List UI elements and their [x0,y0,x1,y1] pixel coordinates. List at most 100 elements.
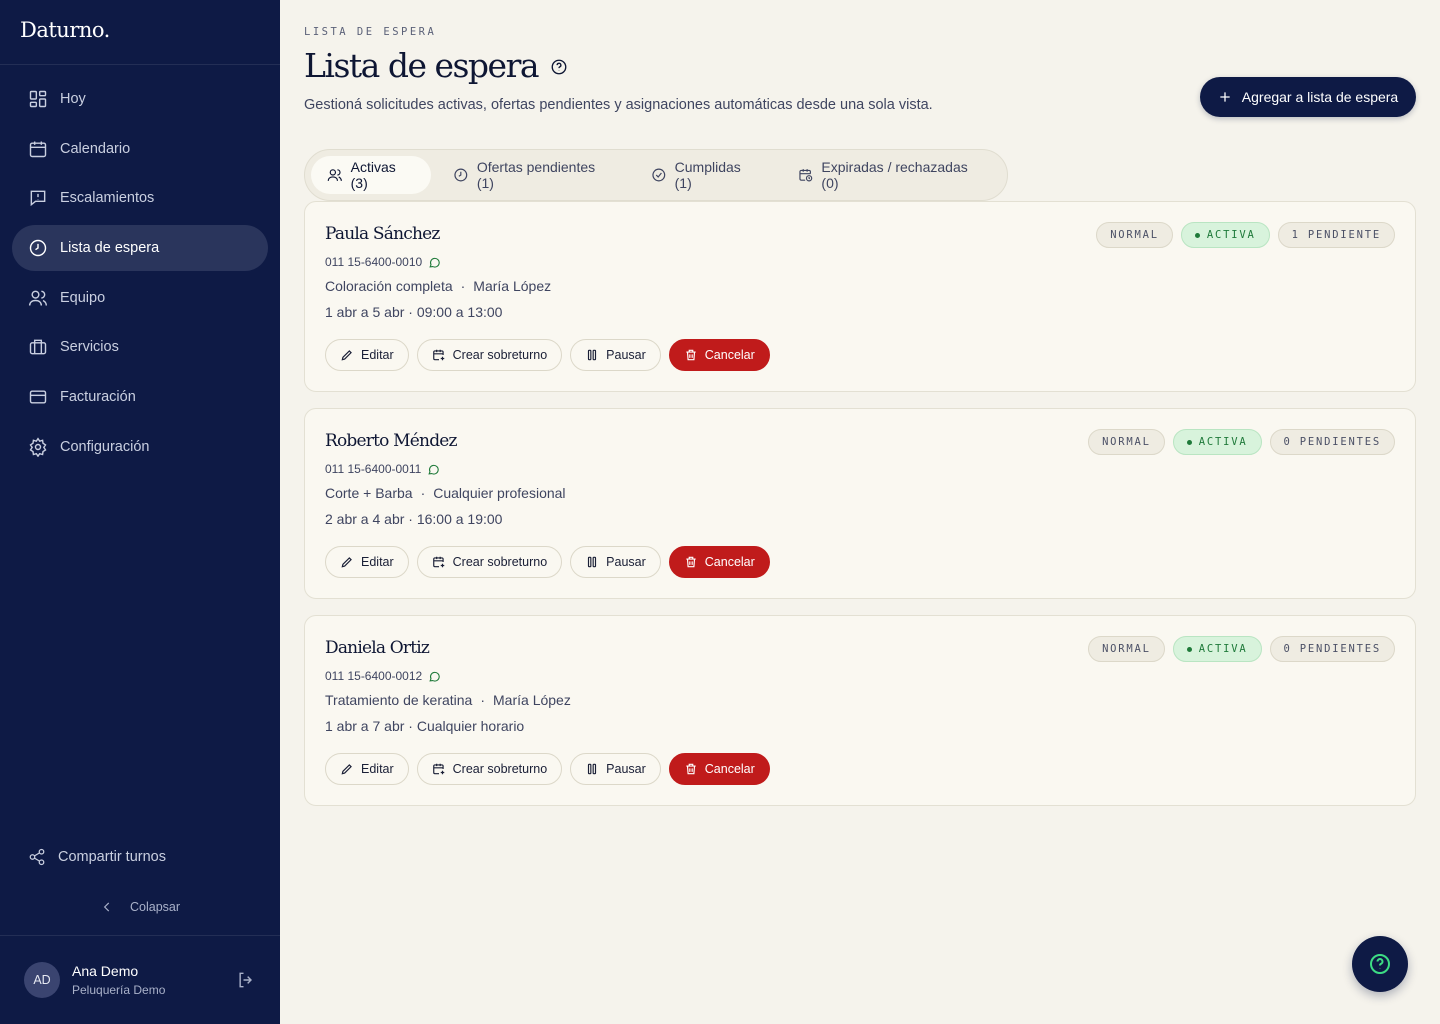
service-name: Coloración completa [325,278,453,294]
status-badge-label: ACTIVA [1198,643,1248,655]
tab-expiradas-rechazadas[interactable]: Expiradas / rechazadas (0) [782,156,1001,194]
sidebar-item-facturacion[interactable]: Facturación [12,374,268,420]
edit-button[interactable]: Editar [325,339,409,371]
collapse-button[interactable]: Colapsar [0,900,280,914]
date-range: 2 abr a 4 abr · 16:00 a 19:00 [325,511,503,527]
sidebar-item-escalamientos[interactable]: Escalamientos [12,175,268,221]
sidebar-item-label: Equipo [60,289,106,306]
user-name: Ana Demo [72,963,139,979]
waitlist-card: Daniela Ortiz 011 15-6400-0012 Tratamien… [304,615,1416,806]
app-logo[interactable]: Daturno. [20,18,110,42]
cancel-button[interactable]: Cancelar [668,339,770,371]
date-range: 1 abr a 5 abr · 09:00 a 13:00 [325,304,503,320]
create-overbooking-button[interactable]: Crear sobreturno [416,339,563,371]
pause-button[interactable]: Pausar [570,339,661,371]
calendar-plus-icon [432,556,444,568]
add-to-waitlist-button[interactable]: Agregar a lista de espera [1200,77,1416,117]
client-phone-row: 011 15-6400-0010 [325,255,441,269]
whatsapp-chat-icon[interactable] [428,256,441,269]
cancel-button[interactable]: Cancelar [668,546,770,578]
edit-button[interactable]: Editar [325,546,409,578]
cancel-button[interactable]: Cancelar [668,753,770,785]
overbook-label: Crear sobreturno [452,555,548,569]
sidebar-item-servicios[interactable]: Servicios [12,324,268,370]
tab-label: Expiradas / rechazadas (0) [821,159,968,191]
pause-label: Pausar [606,762,646,776]
edit-label: Editar [361,348,394,362]
date-range: 1 abr a 7 abr · Cualquier horario [325,718,525,734]
status-badge: ACTIVA [1180,222,1270,248]
client-name: Paula Sánchez [325,224,440,244]
separator-dot: · [420,485,426,501]
help-circle-icon[interactable] [550,58,568,76]
credit-card-icon [29,390,47,404]
waitlist-card: Paula Sánchez 011 15-6400-0010 Coloració… [304,201,1416,392]
pause-button[interactable]: Pausar [570,546,661,578]
sidebar-nav: Hoy Calendario Escalamientos Lista de es… [12,76,268,474]
overbook-label: Crear sobreturno [452,762,548,776]
sidebar-item-label: Calendario [60,140,131,157]
help-fab[interactable] [1352,936,1408,992]
create-overbooking-button[interactable]: Crear sobreturno [416,753,563,785]
page-eyebrow: LISTA DE ESPERA [304,26,437,38]
calendar-plus-icon [432,763,444,775]
tab-cumplidas[interactable]: Cumplidas (1) [635,156,776,194]
client-phone-row: 011 15-6400-0011 [325,462,440,476]
sidebar-item-hoy[interactable]: Hoy [12,76,268,122]
sidebar-item-lista-de-espera[interactable]: Lista de espera [12,225,268,272]
tab-activas[interactable]: Activas (3) [311,156,432,194]
cancel-label: Cancelar [704,348,755,362]
card-actions: Editar Crear sobreturno Pausar Cancelar [325,339,778,371]
page-title: Lista de espera [304,46,540,85]
whatsapp-chat-icon[interactable] [428,670,441,683]
client-phone-row: 011 15-6400-0012 [325,669,441,683]
sidebar-item-label: Facturación [60,389,136,406]
trash-icon [686,556,696,568]
share-turnos-link[interactable]: Compartir turnos [28,848,166,866]
plus-icon [1220,92,1230,102]
cancel-label: Cancelar [704,762,755,776]
calendar-plus-icon [432,349,444,361]
avatar: AD [24,962,60,998]
edit-label: Editar [361,762,394,776]
tab-ofertas-pendientes[interactable]: Ofertas pendientes (1) [437,156,629,194]
logout-icon[interactable] [236,970,256,990]
cancel-label: Cancelar [704,555,755,569]
user-profile[interactable]: AD Ana Demo Peluquería Demo [24,962,165,998]
pause-icon [588,763,597,775]
message-alert-icon [30,191,46,207]
overbook-label: Crear sobreturno [452,348,548,362]
sidebar-item-equipo[interactable]: Equipo [12,275,268,321]
clock-icon [454,168,468,182]
page-title-row: Lista de espera [304,46,568,85]
client-name: Roberto Méndez [325,431,458,451]
service-name: Corte + Barba [325,485,413,501]
client-phone: 011 15-6400-0011 [325,462,422,476]
trash-icon [686,763,696,775]
pencil-icon [341,764,352,775]
tab-label: Ofertas pendientes (1) [476,159,596,191]
clock-icon [29,239,47,257]
pause-button[interactable]: Pausar [570,753,661,785]
status-dot [1186,439,1192,445]
pause-label: Pausar [606,348,646,362]
pending-offers-badge: 0 PENDIENTES [1269,429,1395,455]
separator-dot: · [480,692,486,708]
gear-icon [29,437,47,457]
sidebar-divider [0,935,280,936]
user-business: Peluquería Demo [72,983,166,997]
sidebar-item-configuracion[interactable]: Configuración [12,424,268,470]
client-name: Daniela Ortiz [325,638,430,658]
calendar-clock-icon [799,169,813,182]
sidebar-item-label: Lista de espera [60,240,160,257]
priority-badge: NORMAL [1096,222,1173,248]
service-row: Tratamiento de keratina · María López [325,692,571,708]
create-overbooking-button[interactable]: Crear sobreturno [416,546,563,578]
whatsapp-chat-icon[interactable] [427,463,440,476]
pencil-icon [341,350,352,361]
sidebar-item-calendario[interactable]: Calendario [12,126,268,172]
status-dot [1186,646,1192,652]
professional-name: Cualquier profesional [433,485,566,501]
edit-button[interactable]: Editar [325,753,409,785]
calendar-icon [29,141,47,157]
